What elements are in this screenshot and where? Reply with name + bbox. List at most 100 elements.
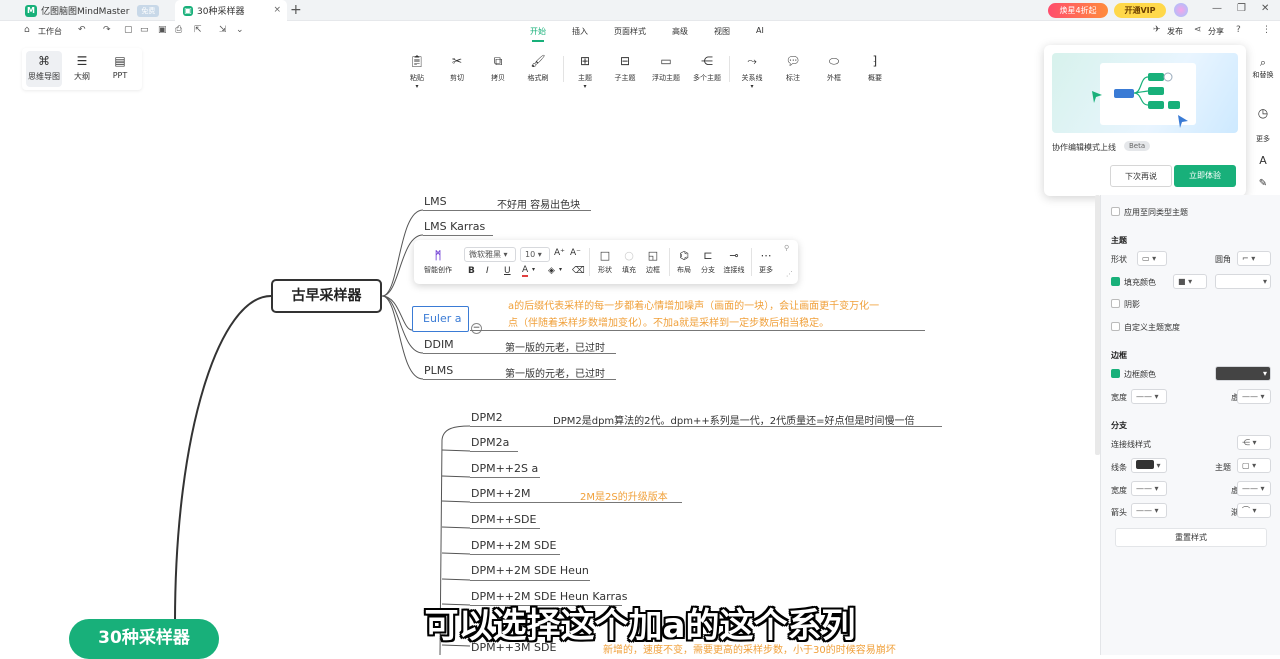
border-button[interactable]: ◱ 边框 <box>642 249 664 275</box>
fill-color-row[interactable]: 填充颜色 <box>1111 277 1156 288</box>
publish-button[interactable]: 发布 <box>1167 26 1183 37</box>
node-plms[interactable]: PLMS <box>424 364 453 377</box>
font-family-value: 微软雅黑 <box>469 250 501 259</box>
custom-width-row[interactable]: 自定义主题宽度 <box>1111 322 1180 333</box>
collapse-icon[interactable]: − <box>471 323 482 334</box>
font-family-select[interactable]: 微软雅黑 ▾ <box>464 247 516 262</box>
history-icon[interactable]: ◷ <box>1246 106 1280 120</box>
try-now-button[interactable]: 立即体验 <box>1174 165 1236 187</box>
fill-color-select[interactable]: ■ ▾ <box>1173 274 1207 289</box>
more-format-button[interactable]: 更多 <box>1246 134 1280 144</box>
italic-icon[interactable]: I <box>486 266 489 276</box>
ai-create-button[interactable]: ᛗ 智能创作 <box>422 249 454 275</box>
taper-select[interactable]: ⌒ ▾ <box>1237 503 1271 518</box>
border-width-select[interactable]: —— ▾ <box>1131 389 1167 404</box>
minimize-icon[interactable]: — <box>1212 3 1222 14</box>
branch-width-select[interactable]: —— ▾ <box>1131 481 1167 496</box>
node-dpm-2m-sde-heun[interactable]: DPM++2M SDE Heun <box>471 564 589 577</box>
arrow-select[interactable]: —— ▾ <box>1131 503 1167 518</box>
font-size-select[interactable]: 10 ▾ <box>520 247 550 262</box>
line-color-label: 线条 <box>1111 463 1127 472</box>
bold-icon[interactable]: B <box>468 266 475 276</box>
layout-icon: ⌬ <box>679 249 689 262</box>
font-color-dropdown-icon[interactable]: ▾ <box>532 266 535 273</box>
line-color-swatch <box>1136 460 1154 469</box>
node-dpm-2m[interactable]: DPM++2M <box>471 487 531 500</box>
node-dpm-2m-sde[interactable]: DPM++2M SDE <box>471 539 556 552</box>
branch-label: 分支 <box>701 266 715 274</box>
shadow-checkbox[interactable] <box>1111 299 1120 308</box>
more-button[interactable]: ⋯ 更多 <box>755 249 777 275</box>
fill-color-secondary-select[interactable]: ▾ <box>1215 274 1271 289</box>
note-lms[interactable]: 不好用 容易出色块 <box>497 196 580 211</box>
note-plms[interactable]: 第一版的元老，已过时 <box>505 365 605 380</box>
corner-select[interactable]: ⌐ ▾ <box>1237 251 1271 266</box>
apply-same-checkbox[interactable] <box>1111 207 1120 216</box>
shape-label: 形状 <box>598 266 612 274</box>
vip-button[interactable]: 开通VIP <box>1114 3 1166 18</box>
share-icon[interactable]: ⋖ <box>1194 25 1202 35</box>
find-replace-button[interactable]: ⌕ 和替换 <box>1246 56 1280 80</box>
resize-icon[interactable]: ⋰ <box>786 270 793 278</box>
branch-dash-select[interactable]: —— ▾ <box>1237 481 1271 496</box>
underline-icon[interactable]: U <box>504 266 511 276</box>
border-width-label: 宽度 <box>1111 393 1127 402</box>
publish-icon[interactable]: ✈ <box>1153 25 1161 35</box>
border-color-row[interactable]: 边框颜色 <box>1111 369 1156 380</box>
font-size-icon[interactable]: A <box>1246 154 1280 167</box>
shape-button[interactable]: □ 形状 <box>594 249 616 275</box>
branch-width-label: 宽度 <box>1111 486 1127 495</box>
border-dash-select[interactable]: —— ▾ <box>1237 389 1271 404</box>
connector-icon: ⊸ <box>729 249 739 262</box>
note-ddim[interactable]: 第一版的元老，已过时 <box>505 339 605 354</box>
node-dpm2[interactable]: DPM2 <box>471 411 503 424</box>
shape-select[interactable]: ▭ ▾ <box>1137 251 1167 266</box>
layout-button[interactable]: ⌬ 布局 <box>673 249 695 275</box>
node-dpm-sde[interactable]: DPM++SDE <box>471 513 536 526</box>
highlight-icon[interactable]: ◈ <box>548 266 555 276</box>
font-size-value: 10 <box>525 250 536 259</box>
pen-icon[interactable]: ✎ <box>1246 178 1280 189</box>
topic-early-samplers[interactable]: 古早采样器 <box>271 279 382 313</box>
branch-line <box>470 477 540 478</box>
note-euler-a-line1[interactable]: a的后缀代表采样的每一步都着心情增加噪声（画面的一块），会让画面更千变万化一 <box>508 297 879 312</box>
branch-button[interactable]: ⊏ 分支 <box>697 249 719 275</box>
branch-icon: ⊏ <box>703 249 713 262</box>
node-lms[interactable]: LMS <box>424 195 447 208</box>
share-button[interactable]: 分享 <box>1208 26 1224 37</box>
note-dpm-2m[interactable]: 2M是2S的升级版本 <box>580 488 668 503</box>
video-subtitle: 可以选择这个加a的这个系列 <box>424 606 856 646</box>
close-window-icon[interactable]: ✕ <box>1261 3 1269 14</box>
reset-style-button[interactable]: 重置样式 <box>1115 528 1267 547</box>
line-color-select[interactable]: ▾ <box>1131 458 1167 473</box>
custom-width-checkbox[interactable] <box>1111 322 1120 331</box>
node-ddim[interactable]: DDIM <box>424 338 454 351</box>
border-color-checkbox[interactable] <box>1111 369 1120 378</box>
note-euler-a-line2[interactable]: 点（伴随着采样步数增加变化）。不加a就是采样到一定步数后相当稳定。 <box>508 314 829 329</box>
apply-same-row[interactable]: 应用至同类型主题 <box>1111 207 1188 218</box>
connector-label: 连接线 <box>723 266 745 274</box>
node-dpm-2s-a[interactable]: DPM++2S a <box>471 462 538 475</box>
pin-icon[interactable]: ⚲ <box>784 244 789 252</box>
clear-format-icon[interactable]: ⌫ <box>572 266 585 276</box>
fill-button[interactable]: ○ 填充 <box>618 249 640 275</box>
font-color-icon[interactable]: A <box>522 265 529 277</box>
font-grow-icon[interactable]: A⁺ <box>554 248 565 258</box>
connector-button[interactable]: ⊸ 连接线 <box>721 249 747 275</box>
fill-color-checkbox[interactable] <box>1111 277 1120 286</box>
topic-color-select[interactable]: ▢ ▾ <box>1237 458 1271 473</box>
later-button[interactable]: 下次再说 <box>1110 165 1172 187</box>
help-icon[interactable]: ? <box>1236 25 1241 35</box>
more-menu-icon[interactable]: ⋮ <box>1262 25 1271 35</box>
node-lms-karras[interactable]: LMS Karras <box>424 220 485 233</box>
border-color-select[interactable]: ▾ <box>1215 366 1271 381</box>
shadow-row[interactable]: 阴影 <box>1111 299 1140 310</box>
node-dpm2a[interactable]: DPM2a <box>471 436 509 449</box>
connector-style-select[interactable]: ⋲ ▾ <box>1237 435 1271 450</box>
avatar[interactable] <box>1174 3 1188 17</box>
highlight-dropdown-icon[interactable]: ▾ <box>559 266 562 273</box>
branch-line <box>423 235 493 236</box>
font-shrink-icon[interactable]: A⁻ <box>570 248 581 258</box>
maximize-icon[interactable]: ❐ <box>1237 3 1246 14</box>
note-dpm2[interactable]: DPM2是dpm算法的2代。dpm++系列是一代，2代质量还=好点但是时间慢一倍 <box>553 412 914 427</box>
